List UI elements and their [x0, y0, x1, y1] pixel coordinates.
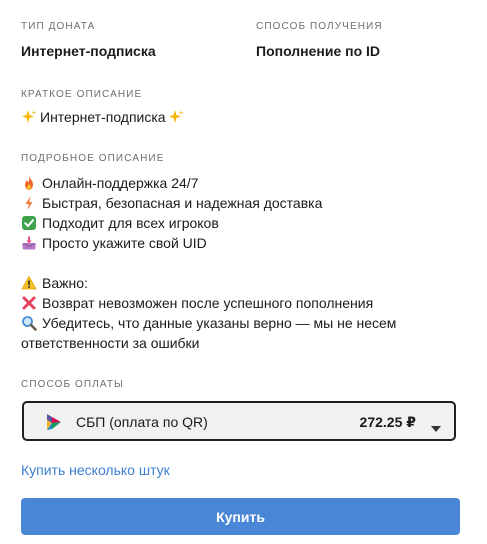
description-line-text: Онлайн-поддержка 24/7	[42, 175, 199, 191]
inbox-tray-icon	[21, 235, 37, 251]
fire-icon	[21, 175, 37, 191]
receive-method-value: Пополнение по ID	[256, 43, 381, 59]
description-line: Подходит для всех игроков	[21, 213, 219, 233]
important-title-text: Важно:	[42, 275, 88, 291]
short-description-text: Интернет-подписка	[21, 107, 184, 127]
description-line-text: Возврат невозможен после успешного попол…	[42, 295, 374, 311]
warning-icon	[21, 275, 37, 291]
description-line: Просто укажите свой UID	[21, 233, 207, 253]
description-line-text: ответственности за ошибки	[21, 335, 200, 351]
description-line: ответственности за ошибки	[21, 333, 200, 353]
donation-type-label: ТИП ДОНАТА	[21, 21, 96, 32]
payment-price: 272.25 ₽	[359, 414, 416, 430]
check-mark-icon	[21, 215, 37, 231]
payment-method-value: СБП (оплата по QR)	[76, 414, 208, 430]
short-description-label: КРАТКОЕ ОПИСАНИЕ	[21, 89, 143, 100]
buy-button[interactable]: Купить	[21, 498, 460, 535]
caret-down-icon	[431, 419, 441, 432]
receive-method-label: СПОСОБ ПОЛУЧЕНИЯ	[256, 21, 383, 32]
sparkles-icon	[168, 109, 184, 125]
donation-details-panel: ТИП ДОНАТА Интернет-подписка СПОСОБ ПОЛУ…	[0, 0, 487, 544]
description-line: Быстрая, безопасная и надежная доставка	[21, 193, 322, 213]
sparkles-icon	[21, 109, 37, 125]
lightning-icon	[21, 195, 37, 211]
description-line-text: Просто укажите свой UID	[42, 235, 207, 251]
payment-method-label: СПОСОБ ОПЛАТЫ	[21, 379, 124, 390]
description-line-text: Убедитесь, что данные указаны верно — мы…	[42, 315, 397, 331]
description-line: Возврат невозможен после успешного попол…	[21, 293, 373, 313]
description-line: Убедитесь, что данные указаны верно — мы…	[21, 313, 396, 333]
cross-mark-icon	[21, 295, 37, 311]
buy-multiple-link[interactable]: Купить несколько штук	[21, 462, 170, 478]
description-line-text: Быстрая, безопасная и надежная доставка	[42, 195, 323, 211]
detailed-description-label: ПОДРОБНОЕ ОПИСАНИЕ	[21, 153, 165, 164]
sbp-logo-icon	[45, 413, 63, 431]
important-title: Важно:	[21, 273, 88, 293]
short-description-value: Интернет-подписка	[40, 109, 166, 125]
payment-method-select[interactable]: СБП (оплата по QR) 272.25 ₽	[22, 401, 456, 441]
description-line-text: Подходит для всех игроков	[42, 215, 219, 231]
description-line: Онлайн-поддержка 24/7	[21, 173, 198, 193]
donation-type-value: Интернет-подписка	[21, 43, 156, 59]
magnifier-icon	[21, 315, 37, 331]
